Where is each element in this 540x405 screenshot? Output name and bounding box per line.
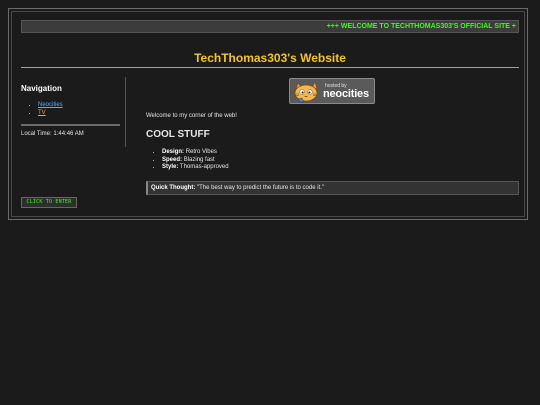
site-title: TechThomas303's Website: [194, 51, 346, 65]
welcome-marquee: +++ WELCOME TO TECHTHOMAS303'S OFFICIAL …: [21, 20, 519, 33]
feature-item: Style: Thomas-approved: [162, 164, 229, 172]
quick-thought-label: Quick Thought:: [151, 185, 196, 191]
feature-key: Style:: [162, 164, 179, 170]
feature-value: Retro Vibes: [185, 149, 217, 155]
feature-list: Design: Retro Vibes Speed: Blazing fast …: [146, 149, 229, 172]
sidebar-divider: [21, 124, 120, 126]
nav-list: Neocities TV: [21, 101, 63, 117]
feature-item: Speed: Blazing fast: [162, 157, 229, 165]
welcome-text: Welcome to my corner of the web!: [146, 113, 237, 119]
sidebar-heading: Navigation: [21, 84, 62, 93]
sidebar: Navigation Neocities TV Local Time: 1:44…: [21, 77, 126, 147]
neocities-cat-icon: [294, 81, 318, 103]
nav-item-neocities: Neocities: [38, 101, 63, 109]
feature-key: Speed:: [162, 156, 183, 163]
feature-key: Design:: [162, 149, 185, 155]
nav-link-neocities[interactable]: Neocities: [38, 102, 63, 108]
quick-thought-box: Quick Thought: "The best way to predict …: [146, 181, 519, 195]
nav-link-tv[interactable]: TV: [38, 110, 46, 116]
section-heading: COOL STUFF: [146, 129, 210, 140]
quick-thought-text: "The best way to predict the future is t…: [197, 185, 324, 191]
feature-item: Design: Retro Vibes: [162, 149, 229, 157]
click-to-enter-button[interactable]: CLICK TO ENTER: [21, 197, 77, 208]
feature-value: Blazing fast: [183, 156, 215, 163]
marquee-text: +++ WELCOME TO TECHTHOMAS303'S OFFICIAL …: [326, 23, 516, 30]
feature-value: Thomas-approved: [179, 164, 229, 170]
title-divider: [21, 67, 519, 68]
local-time-value: 1:44:46 AM: [53, 131, 84, 137]
badge-brand-text: neocities: [323, 88, 369, 100]
local-time: Local Time: 1:44:46 AM: [21, 131, 84, 137]
neocities-badge[interactable]: hosted by neocities: [289, 78, 375, 104]
local-time-label: Local Time:: [21, 131, 52, 137]
nav-item-tv: TV: [38, 109, 63, 117]
